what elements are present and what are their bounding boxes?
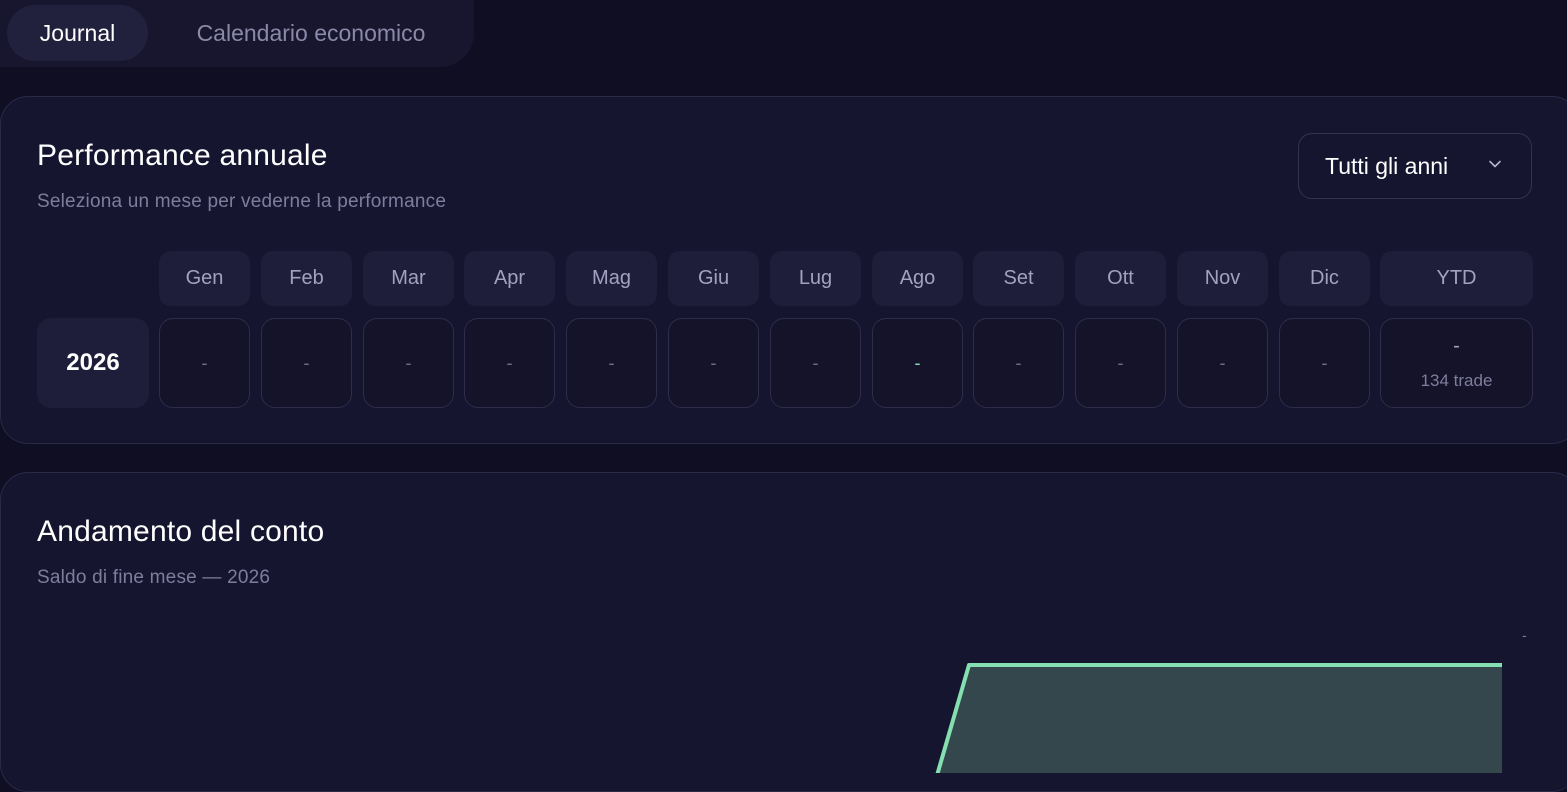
- month-header-ago[interactable]: Ago: [872, 251, 963, 306]
- month-cell-value: -: [710, 353, 717, 373]
- month-cell-mag[interactable]: -: [566, 318, 657, 408]
- chevron-down-icon: [1489, 160, 1501, 168]
- month-cell-value: -: [506, 353, 513, 373]
- month-cell-value: -: [812, 353, 819, 373]
- month-cell-giu[interactable]: -: [668, 318, 759, 408]
- month-header-mar[interactable]: Mar: [363, 251, 454, 306]
- ytd-header: YTD: [1380, 251, 1533, 306]
- month-header-apr[interactable]: Apr: [464, 251, 555, 306]
- month-header-lug[interactable]: Lug: [770, 251, 861, 306]
- top-tabs: Journal Calendario economico: [0, 0, 474, 67]
- month-cell-set[interactable]: -: [973, 318, 1064, 408]
- month-header-giu[interactable]: Giu: [668, 251, 759, 306]
- month-cell-lug[interactable]: -: [770, 318, 861, 408]
- month-cell-value: -: [303, 353, 310, 373]
- month-cell-value: -: [201, 353, 208, 373]
- month-cell-value: -: [608, 353, 615, 373]
- year-filter-label: Tutti gli anni: [1325, 153, 1449, 179]
- performance-card: Performance annuale Seleziona un mese pe…: [0, 96, 1567, 444]
- month-cell-apr[interactable]: -: [464, 318, 555, 408]
- year-row-label: 2026: [37, 318, 149, 408]
- month-cell-value: -: [405, 353, 412, 373]
- month-cell-value: -: [1117, 353, 1124, 373]
- performance-subtitle: Seleziona un mese per vederne la perform…: [37, 191, 447, 212]
- month-header-nov[interactable]: Nov: [1177, 251, 1268, 306]
- month-cell-dic[interactable]: -: [1279, 318, 1370, 408]
- month-cell-ott[interactable]: -: [1075, 318, 1166, 408]
- year-filter-dropdown[interactable]: Tutti gli anni: [1298, 133, 1532, 199]
- month-cell-value: -: [1219, 353, 1226, 373]
- chart-subtitle: Saldo di fine mese — 2026: [37, 567, 271, 588]
- ytd-cell[interactable]: - 134 trade: [1380, 318, 1533, 408]
- balance-chart-card: Andamento del conto Saldo di fine mese —…: [0, 472, 1567, 792]
- tab-journal[interactable]: Journal: [7, 5, 148, 61]
- balance-area-fill: [937, 665, 1502, 773]
- ytd-value: -: [1453, 335, 1460, 357]
- month-header-dic[interactable]: Dic: [1279, 251, 1370, 306]
- month-header-feb[interactable]: Feb: [261, 251, 352, 306]
- ytd-trade-count: 134 trade: [1420, 371, 1493, 390]
- month-cell-mar[interactable]: -: [363, 318, 454, 408]
- month-cell-gen[interactable]: -: [159, 318, 250, 408]
- chart-title: Andamento del conto: [37, 515, 325, 548]
- month-header-set[interactable]: Set: [973, 251, 1064, 306]
- month-cell-ago[interactable]: -: [872, 318, 963, 408]
- month-cell-feb[interactable]: -: [261, 318, 352, 408]
- month-header-gen[interactable]: Gen: [159, 251, 250, 306]
- month-header-mag[interactable]: Mag: [566, 251, 657, 306]
- month-cell-value: -: [914, 353, 921, 373]
- tab-calendario-economico[interactable]: Calendario economico: [160, 5, 462, 61]
- balance-area-chart: [935, 663, 1502, 773]
- performance-title: Performance annuale: [37, 139, 328, 172]
- month-cell-value: -: [1321, 353, 1328, 373]
- month-header-ott[interactable]: Ott: [1075, 251, 1166, 306]
- month-cell-nov[interactable]: -: [1177, 318, 1268, 408]
- month-cell-value: -: [1015, 353, 1022, 373]
